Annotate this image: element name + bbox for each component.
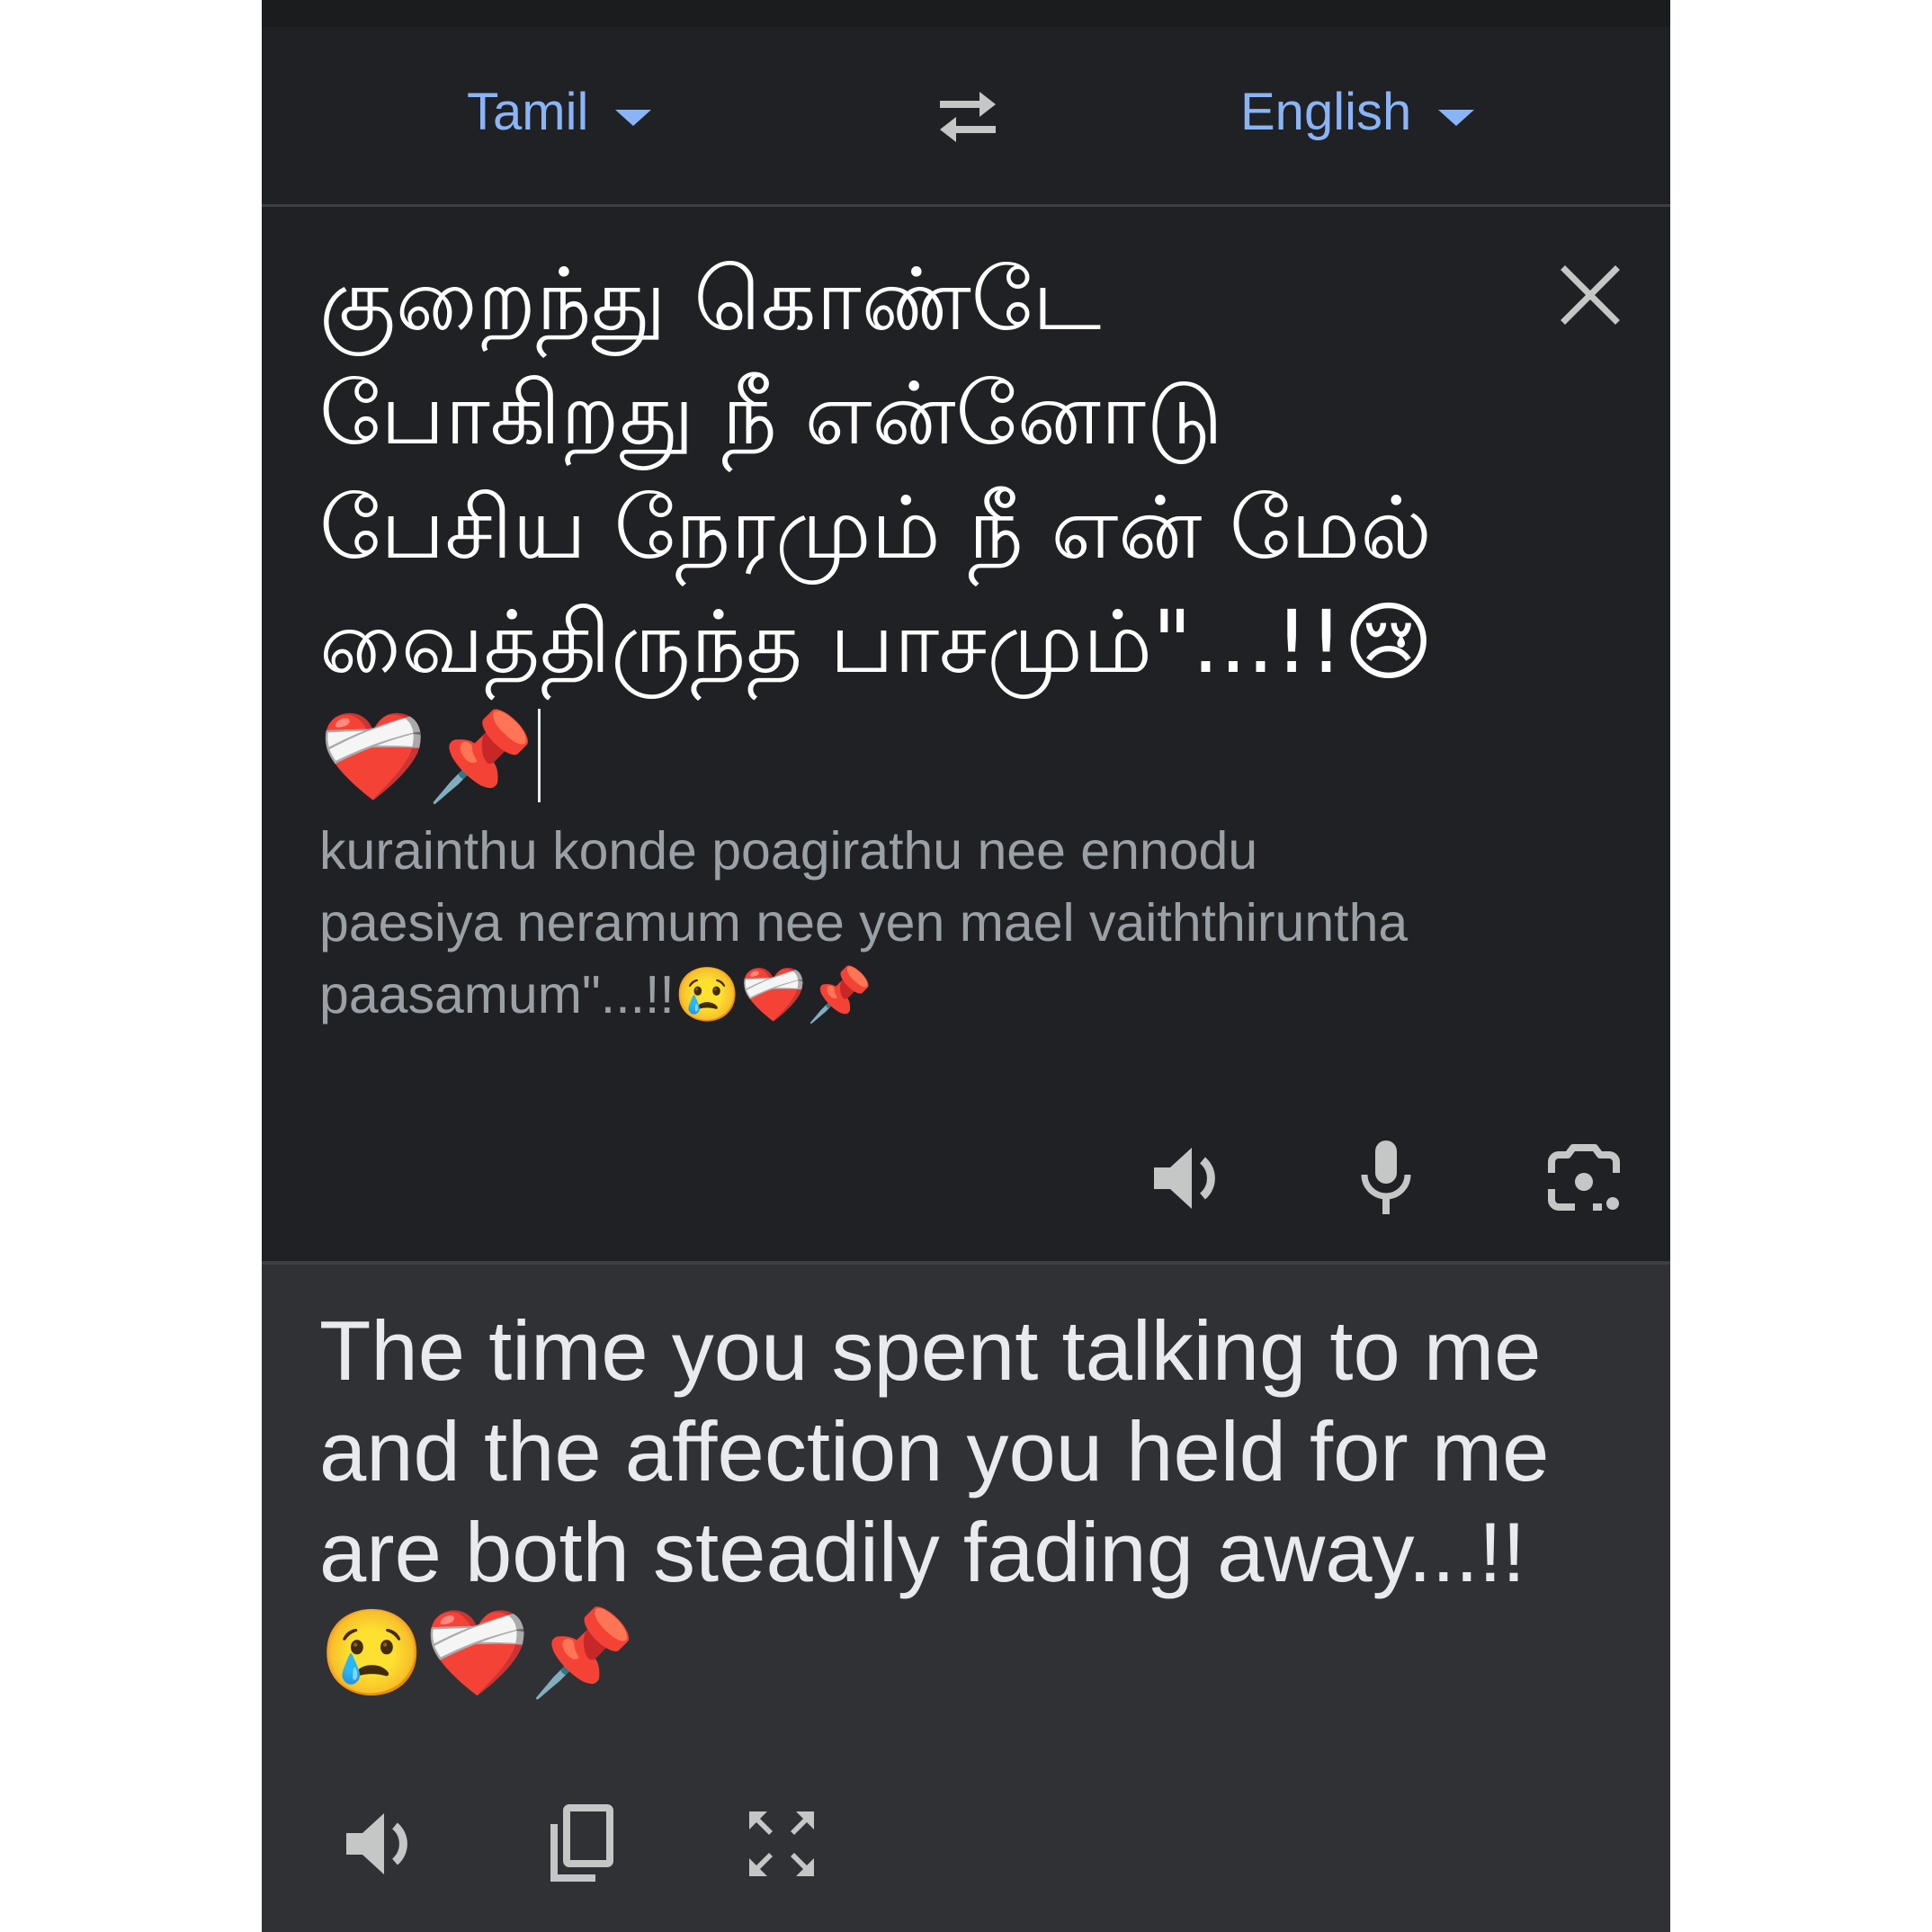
- chevron-down-icon: [615, 110, 652, 126]
- source-input-panel[interactable]: குறைந்து கொண்டே போகிறது நீ என்னோடு பேசிய…: [262, 207, 1670, 1265]
- camera-button[interactable]: [1539, 1133, 1629, 1223]
- text-cursor: [538, 709, 541, 802]
- translate-app: Tamil English குறைந்து கொண்டே போகிறது நீ…: [262, 0, 1670, 1932]
- microphone-icon: [1361, 1140, 1411, 1214]
- listen-source-button[interactable]: [1143, 1133, 1233, 1223]
- source-text: குறைந்து கொண்டே போகிறது நீ என்னோடு பேசிய…: [319, 249, 1434, 807]
- chevron-down-icon: [1438, 110, 1475, 126]
- speaker-icon: [1154, 1148, 1215, 1209]
- source-language-selector[interactable]: Tamil: [467, 81, 652, 144]
- language-bar: Tamil English: [262, 27, 1670, 207]
- source-language-label: Tamil: [467, 83, 589, 141]
- target-language-selector[interactable]: English: [1240, 81, 1475, 144]
- copy-icon: [550, 1804, 613, 1882]
- swap-languages-button[interactable]: [927, 81, 1008, 153]
- translation-result-panel: The time you spent talking to me and the…: [262, 1265, 1670, 1932]
- fullscreen-icon: [749, 1811, 814, 1876]
- camera-icon: [1548, 1144, 1620, 1211]
- copy-translation-button[interactable]: [536, 1799, 626, 1889]
- fullscreen-button[interactable]: [737, 1799, 827, 1889]
- source-text-input[interactable]: குறைந்து கொண்டே போகிறது நீ என்னோடு பேசிய…: [319, 243, 1489, 814]
- speaker-icon: [346, 1813, 407, 1874]
- clear-text-button[interactable]: [1554, 259, 1626, 331]
- swap-languages-icon: [940, 92, 996, 142]
- close-icon: [1561, 265, 1620, 325]
- transliteration-text: kurainthu konde poagirathu nee ennodu pa…: [319, 821, 1409, 1024]
- status-bar-strip: [262, 0, 1670, 27]
- translation-text: The time you spent talking to me and the…: [319, 1303, 1550, 1700]
- target-language-label: English: [1240, 83, 1412, 141]
- listen-translation-button[interactable]: [335, 1799, 425, 1889]
- microphone-button[interactable]: [1341, 1133, 1431, 1223]
